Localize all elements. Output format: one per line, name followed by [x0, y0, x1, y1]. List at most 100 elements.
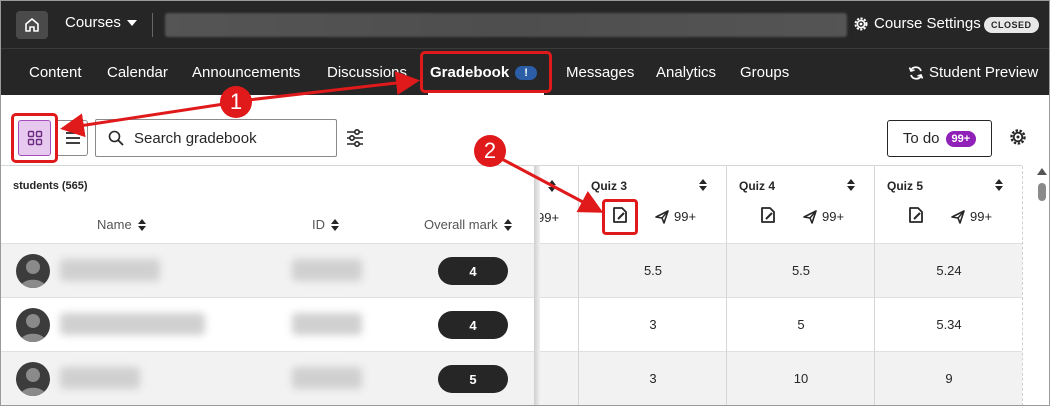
student-name-redacted[interactable]: [60, 367, 140, 389]
search-icon: [108, 130, 124, 146]
grade-cell[interactable]: 5: [727, 317, 875, 332]
students-count: students (565): [13, 180, 88, 192]
sort-icon[interactable]: [699, 179, 707, 191]
scroll-up-arrow-icon[interactable]: [1037, 168, 1047, 175]
course-settings-button[interactable]: Course Settings: [853, 15, 981, 32]
caret-down-icon: [126, 19, 137, 26]
step-marker-1: 1: [220, 86, 252, 118]
scrollbar-thumb[interactable]: [1038, 183, 1046, 201]
sort-icon: [137, 218, 146, 231]
vertical-scrollbar[interactable]: [1022, 166, 1050, 406]
tab-analytics[interactable]: Analytics: [656, 64, 716, 81]
id-column-label: ID: [312, 217, 325, 232]
course-name-redacted: [165, 13, 847, 37]
row-divider: [0, 297, 1022, 298]
quiz-5-submission-count: 99+: [970, 209, 993, 224]
quiz-5-submissions[interactable]: 99+: [951, 209, 992, 224]
todo-button[interactable]: To do 99+: [887, 120, 992, 157]
filter-sliders-icon: [347, 128, 363, 148]
name-column-label: Name: [97, 217, 132, 232]
courses-label: Courses: [65, 14, 121, 31]
send-icon: [951, 209, 965, 224]
quiz-3-submissions[interactable]: 99+: [655, 209, 696, 224]
student-preview-label: Student Preview: [929, 64, 1039, 81]
document-edit-icon: [909, 207, 923, 223]
grade-cell[interactable]: 5.24: [875, 263, 1023, 278]
gear-icon: [1010, 129, 1026, 145]
grid-view-button[interactable]: [18, 120, 51, 156]
courses-menu-button[interactable]: Courses: [65, 14, 137, 31]
quiz-4-column-header[interactable]: Quiz 4: [739, 179, 775, 193]
grade-cell[interactable]: 5.5: [727, 263, 875, 278]
name-column-header[interactable]: Name: [97, 217, 146, 232]
user-silhouette-icon: [20, 314, 46, 342]
top-bar: Courses Course Settings CLOSED: [0, 0, 1050, 48]
send-icon: [655, 209, 669, 224]
todo-label: To do: [902, 130, 940, 147]
list-view-button[interactable]: [58, 120, 88, 156]
quiz-4-submissions[interactable]: 99+: [803, 209, 844, 224]
search-gradebook-field[interactable]: [95, 119, 337, 157]
table-top-border: [0, 165, 1022, 166]
grade-cell[interactable]: 3: [579, 371, 727, 386]
overall-mark-column-label: Overall mark: [424, 217, 498, 232]
home-button[interactable]: [16, 11, 48, 39]
grade-cell[interactable]: 5.34: [875, 317, 1023, 332]
home-icon: [25, 18, 39, 32]
tab-groups[interactable]: Groups: [740, 64, 789, 81]
quiz-4-grade-all-button[interactable]: [761, 207, 775, 228]
quiz-3-column-header[interactable]: Quiz 3: [591, 179, 627, 193]
avatar: [16, 254, 50, 288]
grade-cell[interactable]: 5.5: [579, 263, 727, 278]
grid-icon: [27, 130, 42, 146]
row-divider: [0, 351, 1022, 352]
quiz-5-column-header[interactable]: Quiz 5: [887, 179, 923, 193]
partial-column-count: 99+: [537, 210, 560, 225]
grade-cell[interactable]: 9: [875, 371, 1023, 386]
closed-status-badge: CLOSED: [984, 17, 1039, 33]
column-divider: [726, 166, 727, 406]
send-icon: [803, 209, 817, 224]
student-name-redacted[interactable]: [60, 259, 160, 281]
todo-count-badge: 99+: [945, 130, 977, 147]
student-id-redacted: [292, 259, 362, 281]
sort-icon[interactable]: [548, 180, 556, 192]
tab-content[interactable]: Content: [29, 64, 82, 81]
tab-announcements[interactable]: Announcements: [192, 64, 300, 81]
sort-icon[interactable]: [995, 179, 1003, 191]
gear-icon: [854, 17, 868, 30]
step-marker-2: 2: [474, 135, 506, 167]
tab-calendar[interactable]: Calendar: [107, 64, 168, 81]
tab-discussions[interactable]: Discussions: [327, 64, 407, 81]
tab-messages[interactable]: Messages: [566, 64, 634, 81]
gradebook-settings-button[interactable]: [1009, 128, 1027, 151]
grade-cell[interactable]: 3: [579, 317, 727, 332]
search-input[interactable]: [134, 129, 324, 147]
divider: [152, 13, 153, 37]
avatar: [16, 308, 50, 342]
column-divider: [578, 166, 579, 406]
refresh-icon: [908, 65, 924, 80]
filter-button[interactable]: [346, 128, 364, 153]
overall-mark-pill[interactable]: 4: [438, 257, 508, 285]
user-silhouette-icon: [20, 368, 46, 396]
grade-cell[interactable]: 10: [727, 371, 875, 386]
student-name-redacted[interactable]: [60, 313, 205, 335]
sort-icon: [503, 218, 512, 231]
quiz-5-grade-all-button[interactable]: [909, 207, 923, 228]
sort-icon: [331, 218, 339, 231]
quiz-3-submission-count: 99+: [674, 209, 697, 224]
student-preview-button[interactable]: Student Preview: [908, 64, 1038, 81]
course-nav: Content Calendar Announcements Discussio…: [0, 48, 1050, 96]
list-icon: [65, 132, 80, 144]
document-edit-icon: [761, 207, 775, 223]
id-column-header[interactable]: ID: [312, 217, 339, 232]
sort-icon[interactable]: [847, 179, 855, 191]
student-id-redacted: [292, 367, 362, 389]
overall-mark-pill[interactable]: 4: [438, 311, 508, 339]
frozen-column-edge: [534, 166, 540, 406]
column-divider: [874, 166, 875, 406]
overall-mark-column-header[interactable]: Overall mark: [424, 217, 512, 232]
student-id-redacted: [292, 313, 362, 335]
overall-mark-pill[interactable]: 5: [438, 365, 508, 393]
